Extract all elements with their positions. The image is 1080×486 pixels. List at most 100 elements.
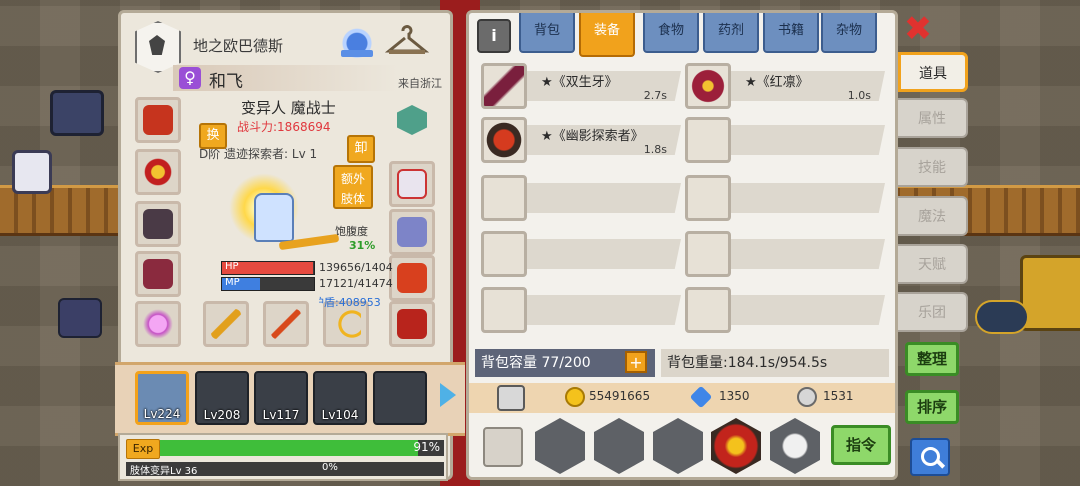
empty-quick-slot[interactable]: [653, 418, 703, 474]
empty-slot[interactable]: [685, 287, 885, 333]
tab-books[interactable]: 书籍: [763, 13, 819, 53]
diamond-icon: [689, 385, 713, 409]
empty-slot-icon: [481, 231, 527, 277]
sort-button[interactable]: 排序: [905, 390, 959, 424]
extra-limb-button[interactable]: 额外 肢体: [333, 165, 373, 209]
equip-slot-helmet[interactable]: [135, 97, 181, 143]
empty-slot-icon: [685, 175, 731, 221]
side-tab-band[interactable]: 乐团: [898, 292, 968, 332]
pet-card-empty[interactable]: [373, 371, 427, 425]
fire-orb-skill-icon[interactable]: [711, 418, 761, 474]
equip-slot-gloves[interactable]: [389, 161, 435, 207]
close-icon[interactable]: ✖: [902, 12, 934, 46]
equip-slot-necklace[interactable]: [135, 149, 181, 195]
empty-slot[interactable]: [685, 117, 885, 163]
limb-mutation-bar: 肢体变异Lv 36 0%: [126, 462, 444, 477]
side-tab-attributes[interactable]: 属性: [898, 98, 968, 138]
side-tab-talent[interactable]: 天赋: [898, 244, 968, 284]
alarm-icon[interactable]: [335, 19, 379, 63]
swap-button[interactable]: 换: [199, 123, 227, 149]
mp-label: MP: [225, 277, 240, 288]
command-button[interactable]: 指令: [831, 425, 891, 465]
item-strip: [525, 295, 681, 325]
pet-next-arrow-icon[interactable]: [440, 383, 456, 407]
item-name: ★《幽影探索者》: [541, 129, 644, 144]
side-tab-skills[interactable]: 技能: [898, 147, 968, 187]
inventory-item[interactable]: ★《双生牙》 2.7s: [481, 63, 681, 109]
side-tab-magic[interactable]: 魔法: [898, 196, 968, 236]
bracer-icon: [397, 217, 427, 247]
equip-slot-staff[interactable]: [203, 301, 249, 347]
silver-amount: 1531: [823, 389, 854, 403]
hero-body: [254, 193, 294, 242]
search-icon[interactable]: [910, 438, 950, 476]
tab-potion[interactable]: 药剂: [703, 13, 759, 53]
expand-capacity-button[interactable]: +: [625, 351, 647, 373]
equip-slot-armor[interactable]: [135, 201, 181, 247]
pet-card[interactable]: Lv208: [195, 371, 249, 425]
pet-card[interactable]: Lv224: [135, 371, 189, 425]
stat-values: 139656/1404 17121/41474 护盾:408953: [319, 253, 451, 313]
equip-slot-emblem[interactable]: [389, 97, 435, 143]
download-storage-icon[interactable]: [497, 385, 525, 411]
background-mask: [975, 300, 1029, 334]
background-robot: [58, 298, 102, 338]
hp-label: HP: [225, 261, 239, 272]
info-icon[interactable]: i: [477, 19, 511, 53]
hero-character-sprite: [209, 163, 340, 263]
quick-slot-toggle-icon[interactable]: [483, 427, 523, 467]
mp-bar: MP: [221, 277, 315, 291]
inventory-item[interactable]: ★《幽影探索者》 1.8s: [481, 117, 681, 163]
empty-slot[interactable]: [481, 175, 681, 221]
female-gender-icon: ♀: [179, 67, 201, 89]
unequip-button[interactable]: 卸: [347, 135, 375, 163]
item-strip: [729, 239, 885, 269]
currency-bar: 55491665 1350 1531: [469, 383, 895, 413]
empty-slot[interactable]: [481, 231, 681, 277]
pet-card[interactable]: Lv104: [313, 371, 367, 425]
background-lantern: [12, 150, 52, 194]
equip-slot-bracer[interactable]: [389, 209, 435, 255]
empty-slot-icon: [481, 175, 527, 221]
item-name: ★《双生牙》: [541, 75, 618, 90]
silver-coin-icon: [797, 387, 817, 407]
empty-quick-slot[interactable]: [535, 418, 585, 474]
pet-level: Lv117: [262, 408, 300, 422]
empty-slot[interactable]: [481, 287, 681, 333]
extra-limb-label-2: 肢体: [340, 192, 365, 206]
exp-tag: Exp: [126, 439, 160, 459]
tab-food[interactable]: 食物: [643, 13, 699, 53]
player-name[interactable]: 和飞: [209, 67, 243, 92]
satiety-value: 31%: [349, 239, 376, 252]
item-strip: [525, 183, 681, 213]
equip-slot-spear[interactable]: [263, 301, 309, 347]
belt-icon: [397, 309, 427, 339]
star-skill-icon[interactable]: [770, 418, 820, 474]
pet-level: Lv208: [203, 408, 241, 422]
empty-quick-slot[interactable]: [594, 418, 644, 474]
cape-icon: [143, 259, 173, 289]
gold-coin-icon: [565, 387, 585, 407]
golden-bow-icon: [331, 309, 361, 339]
item-strip: [729, 295, 885, 325]
exp-bar: 91%: [160, 440, 444, 456]
tidy-button[interactable]: 整理: [905, 342, 959, 376]
tab-misc[interactable]: 杂物: [821, 13, 877, 53]
inventory-item[interactable]: ★《红凛》 1.0s: [685, 63, 885, 109]
exp-fill: [160, 440, 419, 456]
empty-slot[interactable]: [685, 175, 885, 221]
pet-card[interactable]: Lv117: [254, 371, 308, 425]
guild-name: 地之欧巴德斯: [193, 37, 284, 55]
bag-weight: 背包重量:184.1s/954.5s: [661, 349, 889, 377]
tab-backpack[interactable]: 背包: [519, 13, 575, 53]
side-tab-items[interactable]: 道具: [898, 52, 968, 92]
equip-slot-cape[interactable]: [135, 251, 181, 297]
tab-equipment[interactable]: 装备: [579, 13, 635, 57]
shadow-explorer-belt-icon: [481, 117, 527, 163]
pet-level: Lv224: [143, 407, 181, 421]
empty-slot[interactable]: [685, 231, 885, 277]
name-bar: [173, 65, 398, 91]
wardrobe-hanger-icon[interactable]: [384, 19, 430, 63]
equip-slot-pet-egg[interactable]: [135, 301, 181, 347]
item-name: ★《红凛》: [745, 75, 809, 90]
